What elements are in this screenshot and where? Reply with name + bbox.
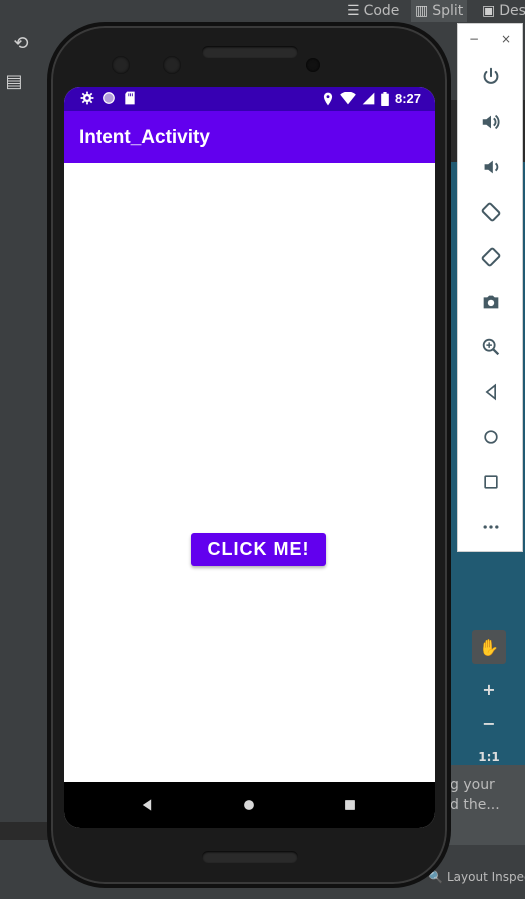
battery-icon [381, 91, 389, 106]
zoom-controls: ✋ + − 1:1 [472, 630, 508, 770]
nav-overview-icon[interactable] [339, 794, 361, 816]
sd-card-icon [125, 91, 135, 105]
close-button[interactable]: × [501, 32, 511, 46]
volume-down-icon[interactable] [478, 154, 504, 180]
emulator-toolbar: − × [457, 23, 523, 552]
front-sensor-icon [112, 56, 130, 74]
device-screen: 8:27 Intent_Activity CLICK ME! [64, 87, 435, 828]
back-icon[interactable] [478, 379, 504, 405]
tab-design[interactable]: ▣ Des [478, 0, 525, 22]
sync-circle-icon [103, 92, 115, 104]
lines-icon: ☰ [347, 3, 360, 19]
proximity-sensor-icon [306, 58, 320, 72]
rotate-right-icon[interactable] [478, 244, 504, 270]
home-icon[interactable] [478, 424, 504, 450]
editor-mode-bar: ☰ Code ▥ Split ▣ Des [0, 0, 525, 22]
nav-home-icon[interactable] [238, 794, 260, 816]
tab-design-label: Des [499, 3, 525, 19]
hint-popup: g your d the... [440, 765, 525, 845]
hint-line-1: g your [450, 777, 495, 793]
emulator-window-controls: − × [458, 30, 522, 48]
layers-icon[interactable]: ▤ [3, 70, 25, 92]
bottom-speaker [202, 851, 298, 863]
hint-line-2: d the... [450, 797, 500, 813]
camera-icon[interactable] [478, 289, 504, 315]
earpiece-speaker [202, 46, 298, 58]
app-title: Intent_Activity [79, 127, 210, 148]
app-toolbar: Intent_Activity [64, 111, 435, 163]
status-time: 8:27 [394, 91, 421, 106]
pan-hand-icon[interactable]: ✋ [472, 630, 506, 664]
rotate-left-icon[interactable] [478, 199, 504, 225]
tab-split-label: Split [432, 3, 464, 19]
orientation-icon[interactable]: ⟲ [10, 32, 32, 54]
tab-split[interactable]: ▥ Split [411, 0, 468, 22]
image-icon: ▣ [482, 3, 496, 19]
zoom-icon[interactable] [478, 334, 504, 360]
nav-back-icon[interactable] [136, 794, 158, 816]
zoom-out-button[interactable]: − [472, 706, 506, 740]
design-toolbar: ⟲ ▤ [0, 22, 50, 822]
activity-content: CLICK ME! [64, 163, 435, 782]
tab-code-label: Code [363, 3, 400, 19]
layout-inspector-tab[interactable]: Layout Inspec [447, 870, 525, 884]
tab-code[interactable]: ☰ Code [343, 0, 403, 22]
split-icon: ▥ [415, 3, 429, 19]
power-icon[interactable] [478, 64, 504, 90]
zoom-in-button[interactable]: + [472, 672, 506, 706]
android-status-bar: 8:27 [64, 87, 435, 111]
front-camera-icon [163, 56, 181, 74]
location-pin-icon [323, 92, 333, 105]
volume-up-icon[interactable] [478, 109, 504, 135]
android-nav-bar [64, 782, 435, 828]
more-icon[interactable] [478, 514, 504, 540]
cell-signal-icon [362, 92, 375, 105]
minimize-button[interactable]: − [469, 32, 479, 46]
overview-icon[interactable] [478, 469, 504, 495]
wifi-icon [340, 92, 356, 105]
settings-gear-icon [80, 91, 94, 105]
click-me-button[interactable]: CLICK ME! [191, 533, 326, 566]
